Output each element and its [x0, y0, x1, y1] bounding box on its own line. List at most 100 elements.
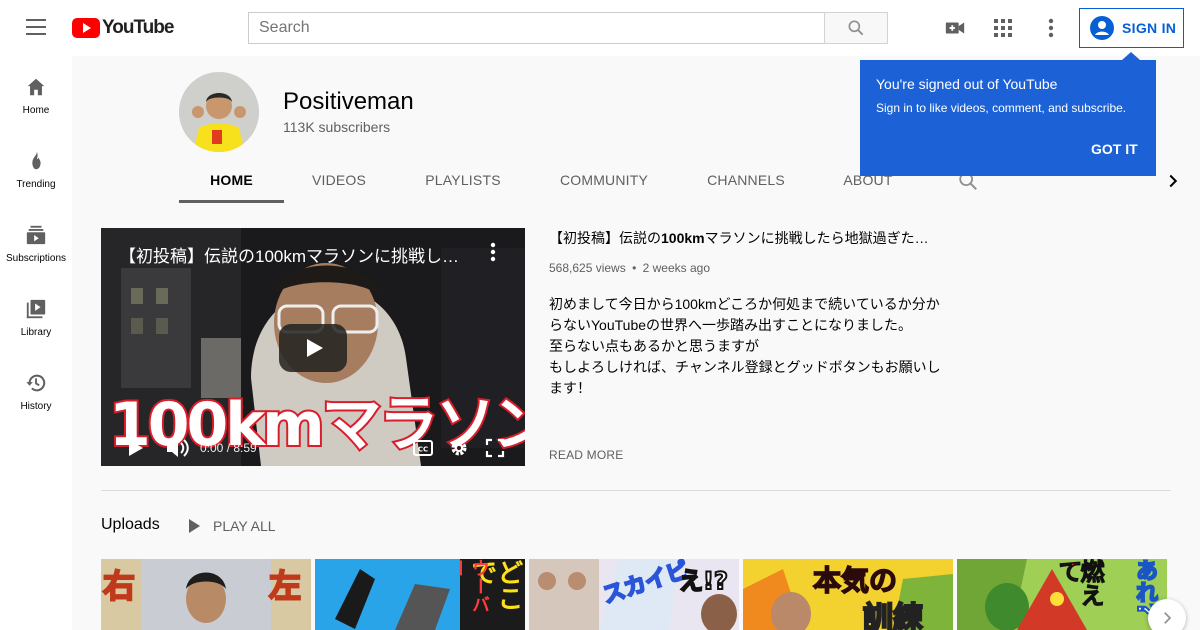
tab-playlists[interactable]: Playlists: [402, 168, 524, 204]
logo-text: YouTube: [102, 17, 174, 38]
player-play-button[interactable]: [127, 438, 145, 463]
featured-video-description: 初めまして今日から100kmどころか何処まで続いているか分か らないYouTub…: [549, 294, 949, 399]
player-more-button[interactable]: [489, 242, 497, 267]
upload-thumbnail[interactable]: 本気の 訓練: [743, 559, 953, 630]
tab-home[interactable]: Home: [179, 168, 284, 204]
account-circle-icon: [1090, 16, 1114, 40]
subscriptions-icon: [26, 225, 46, 245]
title-suffix: マラソンに挑戦したら地獄過ぎた…: [704, 230, 929, 246]
search-icon: [848, 20, 864, 36]
section-divider: [101, 490, 1171, 491]
apps-button[interactable]: [991, 16, 1015, 40]
sidebar-item-label: Subscriptions: [5, 253, 67, 264]
player-volume-button[interactable]: [165, 437, 189, 464]
upload-thumbnail[interactable]: 燃えて あれ?: [957, 559, 1167, 630]
settings-menu-button[interactable]: [1039, 16, 1063, 40]
volume-icon: [167, 439, 189, 457]
youtube-logo[interactable]: YouTube: [72, 17, 174, 39]
flame-icon: [32, 151, 41, 170]
sidebar-item-history[interactable]: History: [0, 352, 72, 426]
upload-age: 2 weeks ago: [642, 261, 710, 275]
thumbnail-caption-left: 右: [102, 566, 136, 606]
sidebar-item-label: History: [20, 401, 52, 412]
gear-icon: [451, 440, 467, 456]
player-time-display: 0:00 / 8:59: [200, 441, 257, 455]
library-icon: [26, 299, 46, 319]
search-button[interactable]: [824, 12, 888, 44]
upload-thumbnail[interactable]: スカイピ え!?: [529, 559, 739, 630]
channel-title: Positiveman: [283, 88, 414, 115]
thumbnail-caption-sub: え!?: [678, 566, 729, 596]
sidebar-item-home[interactable]: Home: [0, 56, 72, 130]
featured-video-metadata: 568,625 views • 2 weeks ago: [549, 261, 710, 275]
menu-icon[interactable]: [16, 16, 56, 40]
play-all-label: PLAY ALL: [213, 518, 276, 534]
play-all-button[interactable]: PLAY ALL: [187, 516, 276, 536]
tabs-scroll-right-button[interactable]: [1162, 170, 1184, 192]
sidebar-item-subscriptions[interactable]: Subscriptions: [0, 204, 72, 278]
player-video-title[interactable]: 【初投稿】伝説の100kmマラソンに挑戦し…: [119, 242, 479, 267]
fullscreen-icon: [485, 438, 505, 458]
closed-captions-icon: CC: [413, 440, 433, 456]
masthead: YouTube SIGN IN: [0, 0, 1200, 56]
channel-home-content: 【初投稿】伝説の100kmマラソンに挑戦し… 100kmマラソン 0:00 / …: [72, 204, 1200, 630]
sidebar-item-library[interactable]: Library: [0, 278, 72, 352]
create-video-button[interactable]: [943, 16, 967, 40]
mini-guide: Home Trending Subscriptions Library Hist…: [0, 56, 72, 630]
thumbnail-caption-right: 左: [268, 566, 302, 606]
thumbnail-caption-main: どこで: [467, 559, 523, 611]
view-count: 568,625 views: [549, 261, 626, 275]
thumbnail-caption-sub: ウーバー: [449, 559, 490, 613]
search-box: [248, 12, 888, 44]
got-it-button[interactable]: GOT IT: [1091, 141, 1138, 157]
avatar-person-image: [179, 72, 259, 152]
featured-video-title[interactable]: 【初投稿】伝説の100kmマラソンに挑戦したら地獄過ぎた…: [549, 228, 949, 248]
signed-out-tooltip: You're signed out of YouTube Sign in to …: [860, 52, 1156, 176]
play-icon: [129, 440, 143, 456]
search-input[interactable]: [248, 12, 824, 44]
uploads-section-title[interactable]: Uploads: [101, 516, 160, 534]
sidebar-item-label: Home: [22, 105, 50, 116]
home-icon: [27, 78, 45, 96]
tab-community[interactable]: Community: [542, 168, 666, 204]
sidebar-item-label: Trending: [16, 179, 56, 190]
apps-grid-icon: [994, 19, 1012, 37]
description-line: 初めまして今日から100kmどころか何処まで続いているか分か: [549, 296, 940, 312]
thumbnail-caption-sub: 訓練: [862, 600, 924, 630]
thumbnail-caption-main: 燃えて: [1054, 559, 1105, 608]
featured-video-player[interactable]: 【初投稿】伝説の100kmマラソンに挑戦し… 100kmマラソン 0:00 / …: [101, 228, 525, 466]
upload-thumbnail[interactable]: どこで ウーバー: [315, 559, 525, 630]
active-tab-indicator: [179, 200, 284, 203]
sign-in-label: SIGN IN: [1122, 20, 1177, 36]
chevron-right-icon: [1169, 174, 1178, 188]
description-line: もしよろしければ、チャンネル登録とグッドボタンもお願いし: [549, 359, 941, 375]
read-more-button[interactable]: READ MORE: [549, 448, 623, 462]
sign-in-button[interactable]: SIGN IN: [1079, 8, 1184, 48]
chevron-right-icon: [1164, 612, 1172, 624]
svg-text:CC: CC: [418, 446, 428, 454]
sidebar-item-label: Library: [20, 327, 52, 338]
tooltip-text: Sign in to like videos, comment, and sub…: [876, 101, 1127, 115]
history-icon: [26, 374, 46, 392]
player-fullscreen-button[interactable]: [485, 438, 505, 463]
video-camera-icon: [945, 22, 965, 34]
tab-videos[interactable]: Videos: [284, 168, 394, 204]
title-bold: 100km: [661, 230, 705, 246]
title-prefix: 【初投稿】伝説の: [549, 230, 661, 246]
channel-avatar[interactable]: [179, 72, 259, 152]
description-line: 至らない点もあるかと思うますが: [549, 338, 759, 354]
player-settings-button[interactable]: [449, 438, 469, 463]
tooltip-title: You're signed out of YouTube: [876, 76, 1058, 92]
subscriber-count: 113K subscribers: [283, 119, 391, 135]
more-vert-icon: [490, 242, 496, 262]
play-icon: [189, 519, 200, 533]
description-line: らないYouTubeの世界へ一歩踏み出すことになりました。: [549, 317, 913, 333]
upload-thumbnail[interactable]: 右 左: [101, 559, 311, 630]
player-captions-button[interactable]: CC: [413, 440, 433, 461]
tab-channels[interactable]: Channels: [692, 168, 800, 204]
large-play-button[interactable]: [279, 324, 347, 372]
more-vert-icon: [1048, 18, 1054, 38]
youtube-play-logo-icon: [72, 18, 100, 38]
shelf-scroll-right-button[interactable]: [1148, 599, 1186, 630]
sidebar-item-trending[interactable]: Trending: [0, 130, 72, 204]
